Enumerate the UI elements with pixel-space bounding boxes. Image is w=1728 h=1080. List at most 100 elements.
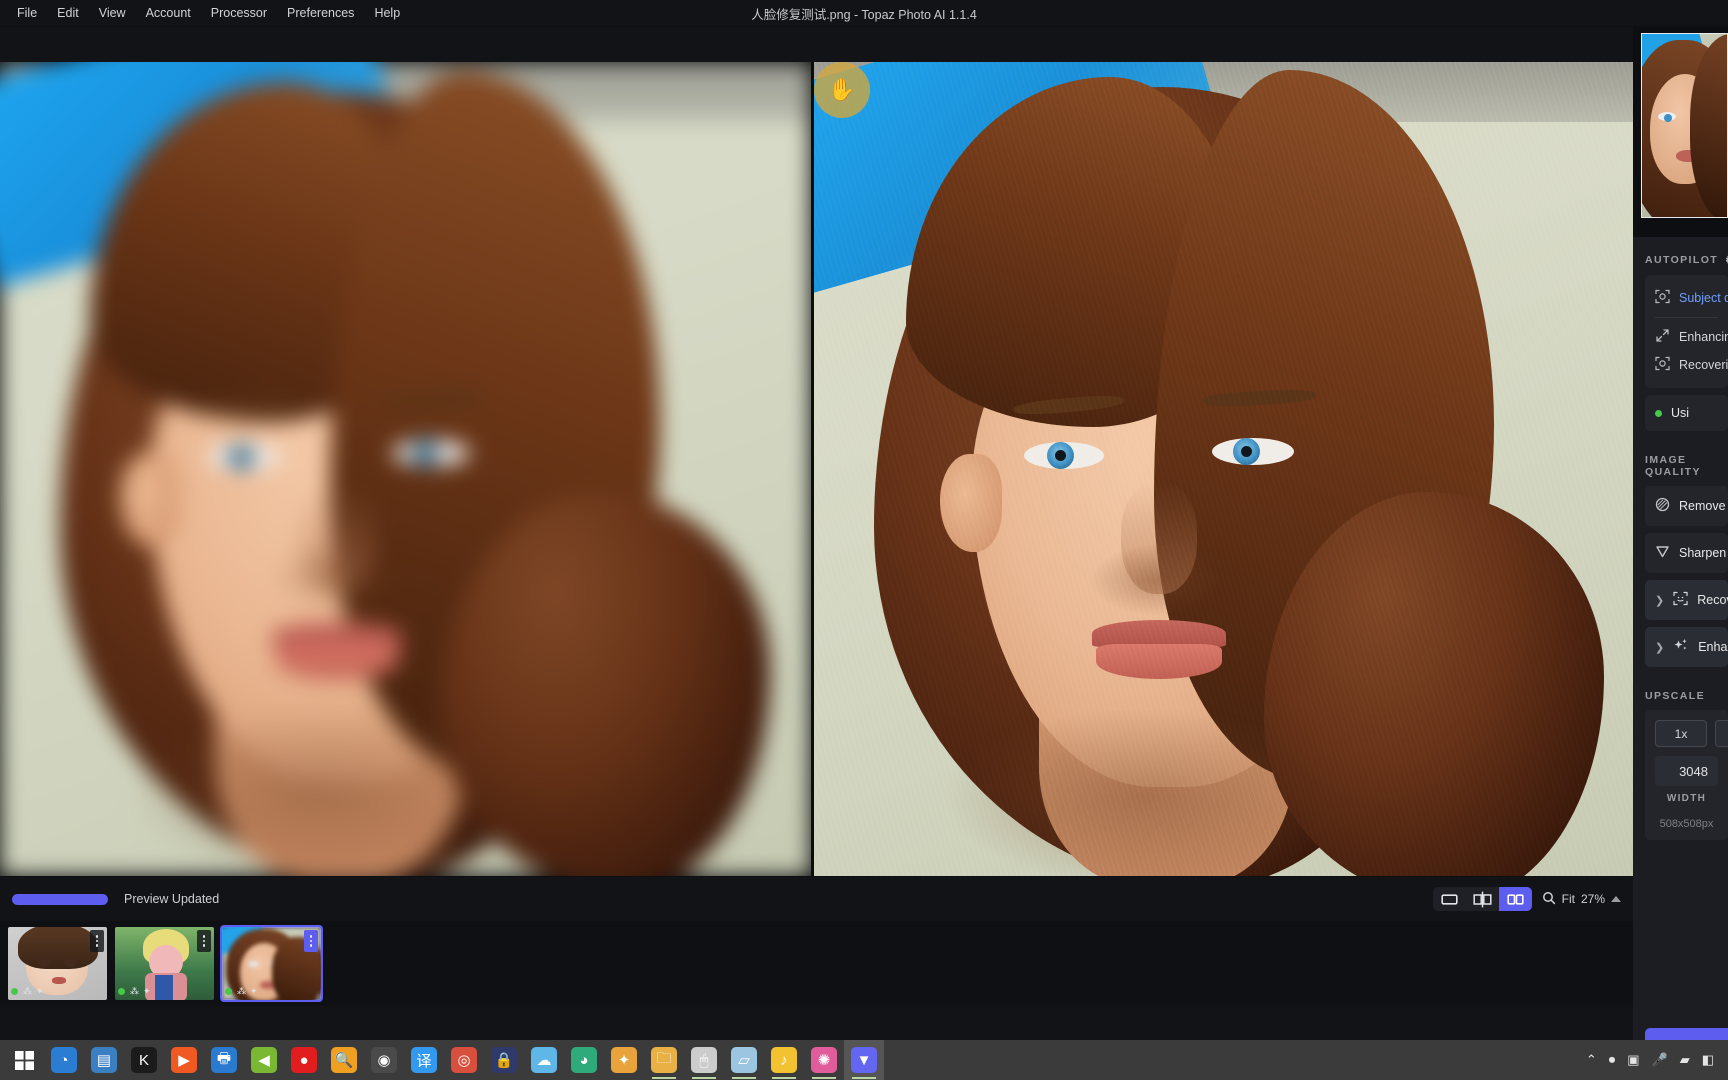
split-view-icon[interactable] [1466,887,1499,911]
image-canvas: ✋ [0,62,1633,876]
tray-record-icon[interactable]: ⏺ [1609,1052,1616,1068]
search-everything-icon[interactable]: 🔍 [324,1040,364,1080]
rabbit-assistant-icon[interactable]: ☁ [524,1040,564,1080]
running-indicator [652,1077,676,1079]
enhanced-preview-pane[interactable]: ✋ [814,62,1633,876]
colorful-app-icon-glyph: ✺ [811,1047,837,1073]
thumbnail-dragonball[interactable]: ⁂ ✦ [115,927,214,1000]
chrome-icon[interactable]: ◎ [444,1040,484,1080]
topaz-photo-ai-icon[interactable]: ▼ [844,1040,884,1080]
side-by-side-view-icon[interactable] [1498,887,1532,911]
running-indicator [692,1077,716,1079]
badge-faces-icon: ⁂ [130,986,139,996]
autopilot-row-enhancing[interactable]: Enhancing r [1655,323,1728,351]
rabbit-assistant-icon-glyph: ☁ [531,1047,557,1073]
thumbnail-menu-icon[interactable] [90,930,104,952]
package-icon[interactable]: ✦ [604,1040,644,1080]
menu-help[interactable]: Help [365,2,409,24]
zoom-fit-label: Fit [1561,892,1575,906]
chevron-right-icon[interactable]: ❯ [1655,641,1664,654]
thumbnail-current-portrait[interactable]: ⁂ ✦ [220,925,323,1002]
zoom-caret-up-icon[interactable] [1611,896,1621,902]
panda-icon[interactable]: ◕ [564,1040,604,1080]
image-quality-enhance[interactable]: ❯ Enhance [1645,627,1728,667]
tray-camera-icon[interactable]: ▣ [1627,1052,1639,1068]
topaz-photo-ai-icon-glyph: ▼ [851,1047,877,1073]
chrome-icon-glyph: ◎ [451,1047,477,1073]
hand-cursor-icon: ✋ [814,62,870,118]
windows-start-icon[interactable] [4,1040,44,1080]
image-quality-section-header: IMAGE QUALITY [1633,438,1728,486]
image-quality-sharpen[interactable]: Sharpen [1645,533,1728,573]
face-recover-icon [1655,356,1670,374]
scale-2x-button[interactable] [1715,720,1728,747]
menu-preferences[interactable]: Preferences [278,2,363,24]
network-monitor-icon[interactable]: ▤ [84,1040,124,1080]
tray-network-icon[interactable]: ▰ [1680,1052,1690,1068]
autopilot-row-recovering[interactable]: Recovering [1655,351,1728,379]
thumbnail-anime-portrait[interactable]: ⁂ ✦ [8,927,107,1000]
image-quality-recover-faces[interactable]: ❯ Recover [1645,580,1728,620]
kugou-icon[interactable]: K [124,1040,164,1080]
width-input[interactable]: 3048 [1655,756,1718,786]
printer-icon[interactable]: 🖶 [204,1040,244,1080]
netease-music-icon[interactable]: ♪ [764,1040,804,1080]
green-arrow-icon[interactable]: ◀ [244,1040,284,1080]
obs-icon[interactable]: ◉ [364,1040,404,1080]
running-indicator [772,1077,796,1079]
autopilot-title: AUTOPILOT [1645,254,1719,266]
menu-processor[interactable]: Processor [202,2,276,24]
thumbnail-menu-icon[interactable] [304,930,318,952]
scale-1x-button[interactable]: 1x [1655,720,1707,747]
title-bar: File Edit View Account Processor Prefere… [0,0,1728,27]
network-monitor-icon-glyph: ▤ [91,1047,117,1073]
menu-edit[interactable]: Edit [48,2,88,24]
width-label: WIDTH [1666,793,1707,804]
translate-icon[interactable]: 译 [404,1040,444,1080]
status-message: Preview Updated [124,892,220,906]
filmstrip: ⁂ ✦ ⁂ ✦ ⁂ ✦ [0,921,1633,1006]
lock-icon-glyph: 🔒 [491,1047,517,1073]
package-icon-glyph: ✦ [611,1047,637,1073]
notes-icon[interactable]: ▱ [724,1040,764,1080]
right-sidebar: AUTOPILOT ⚙ Subject dete [1633,27,1728,1080]
autopilot-section-header: AUTOPILOT ⚙ [1633,237,1728,275]
enhanced-portrait-image [814,62,1633,876]
record-icon[interactable]: ● [284,1040,324,1080]
system-tray: ⌃ ⏺ ▣ 🎤 ▰ ◧ [1586,1052,1724,1068]
video-editor-icon[interactable]: ▶ [164,1040,204,1080]
navigator-preview[interactable] [1633,27,1728,237]
single-view-icon[interactable] [1433,887,1466,911]
remove-noise-label: Remove No [1679,499,1728,513]
edge-icon[interactable]: ◔ [44,1040,84,1080]
mouse-tool-icon[interactable]: 🖱 [684,1040,724,1080]
badge-enhance-icon: ✦ [143,986,150,996]
file-explorer-icon[interactable]: 🗀 [644,1040,684,1080]
main-column: ✋ Preview Updated Fit 27% ⁂ ✦ ⁂ ✦ ⁂ ✦ [0,27,1633,1080]
autopilot-row-subject-detect[interactable]: Subject dete [1655,284,1728,312]
zoom-control[interactable]: Fit 27% [1542,891,1621,908]
image-quality-remove-noise[interactable]: Remove No [1645,486,1728,526]
remove-noise-icon [1655,497,1670,515]
navigator-thumbnail [1641,33,1728,218]
chevron-right-icon[interactable]: ❯ [1655,594,1664,607]
lock-icon[interactable]: 🔒 [484,1040,524,1080]
menu-account[interactable]: Account [137,2,200,24]
menu-bar: File Edit View Account Processor Prefere… [0,2,409,24]
tray-mic-icon[interactable]: 🎤 [1652,1052,1668,1068]
app-shell: ✋ Preview Updated Fit 27% ⁂ ✦ ⁂ ✦ ⁂ ✦ AU… [0,27,1728,1080]
tray-volume-icon[interactable]: ◧ [1702,1052,1714,1068]
menu-view[interactable]: View [90,2,135,24]
upscale-card: 1x 3048 WIDTH 508x508px [1645,710,1728,840]
colorful-app-icon[interactable]: ✺ [804,1040,844,1080]
thumbnail-menu-icon[interactable] [197,930,211,952]
badge-enhance-icon: ✦ [250,986,257,996]
status-dot-green [225,988,232,995]
original-preview-pane[interactable] [0,62,811,876]
enhance-icon [1673,638,1689,656]
preview-progress-bar [12,893,108,905]
status-bar: Preview Updated Fit 27% [0,876,1633,921]
menu-file[interactable]: File [8,2,46,24]
autopilot-status-row[interactable]: Usi [1645,395,1728,431]
show-hidden-icons-chevron[interactable]: ⌃ [1586,1052,1597,1068]
